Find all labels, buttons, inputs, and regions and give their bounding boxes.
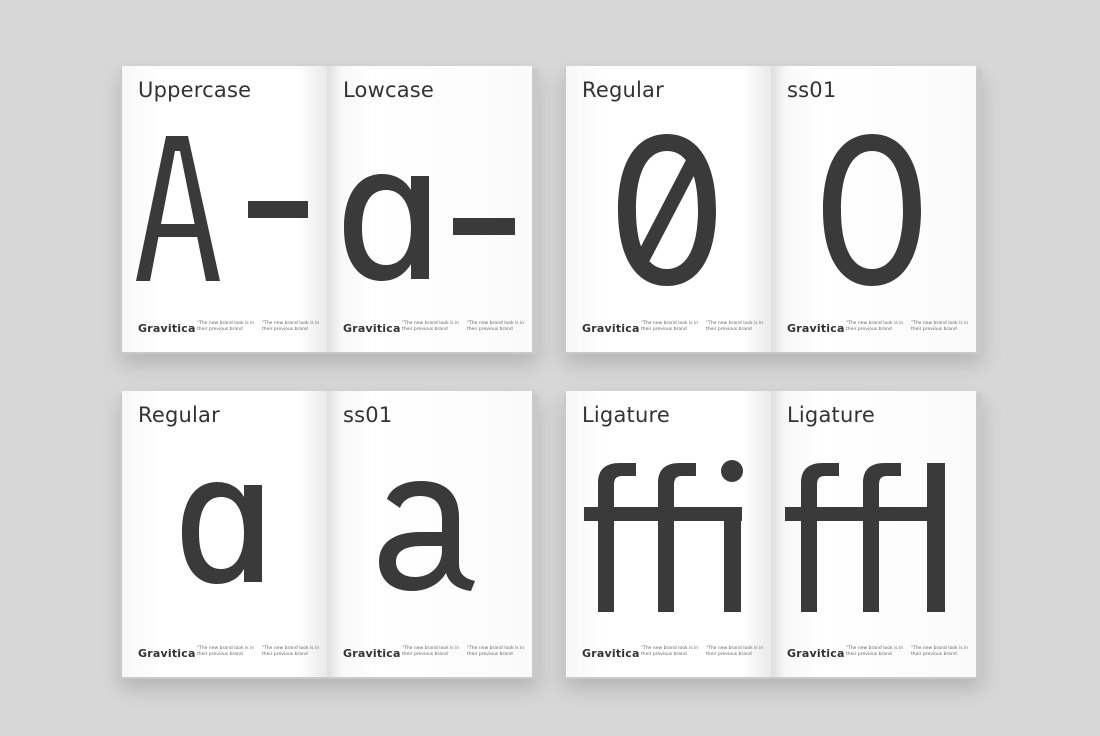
brand-logo: Gravitica xyxy=(138,322,196,335)
brand-logo: Gravitica xyxy=(787,647,845,660)
glyph-double-storey-a xyxy=(379,481,475,591)
glyph-slashed-zero xyxy=(618,134,716,286)
page-heading: Ligature xyxy=(787,403,875,427)
footer-note: "The new brand look is in their previous… xyxy=(467,321,525,332)
glyph-ffi-ligature xyxy=(584,460,743,612)
page-ss01-zero: ss01 Gravitica "The new brand look is in… xyxy=(771,66,976,352)
footer-note: "The new brand look is in their previous… xyxy=(262,646,320,657)
footer-note: "The new brand look is in their previous… xyxy=(197,321,255,332)
page-ligature-ffl: Ligature Gravitica "The new brand look i… xyxy=(771,391,976,677)
booklet-spread-zero-variants: Regular Gravitica "The new brand look is… xyxy=(564,66,982,354)
page-regular-zero: Regular Gravitica "The new brand look is… xyxy=(566,66,771,352)
page-heading: Regular xyxy=(138,403,220,427)
glyph-specimen xyxy=(566,106,771,311)
page-regular-a: Regular Gravitica "The new brand look is… xyxy=(122,391,327,677)
brand-logo: Gravitica xyxy=(343,322,401,335)
page-heading: Uppercase xyxy=(138,78,252,102)
footer-note: "The new brand look is in their previous… xyxy=(846,646,904,657)
glyph-plain-zero xyxy=(823,134,921,286)
page-uppercase: Uppercase Gravitica "The new brand look … xyxy=(122,66,327,352)
brand-logo: Gravitica xyxy=(343,647,401,660)
footer-note: "The new brand look is in their previous… xyxy=(706,321,764,332)
page-lowcase: Lowcase Gravitica "The new brand look is… xyxy=(327,66,532,352)
footer-note: "The new brand look is in their previous… xyxy=(911,646,969,657)
page-heading: Lowcase xyxy=(343,78,435,102)
footer-note: "The new brand look is in their previous… xyxy=(641,321,699,332)
glyph-specimen xyxy=(566,431,771,636)
footer-note: "The new brand look is in their previous… xyxy=(706,646,764,657)
footer-note: "The new brand look is in their previous… xyxy=(402,321,460,332)
page-ligature-ffi: Ligature Gravitica "The new brand look i… xyxy=(566,391,771,677)
footer-note: "The new brand look is in their previous… xyxy=(402,646,460,657)
glyph-specimen xyxy=(327,106,532,311)
booklet-spread-uppercase-lowcase: Uppercase Gravitica "The new brand look … xyxy=(120,66,538,354)
brand-logo: Gravitica xyxy=(582,322,640,335)
glyph-ffl-ligature xyxy=(785,463,945,612)
booklet-spread-ligatures: Ligature Gravitica "The new brand look i… xyxy=(564,391,982,679)
footer-note: "The new brand look is in their previous… xyxy=(911,321,969,332)
glyph-lowcase-a-hyphen xyxy=(344,174,515,281)
footer-note: "The new brand look is in their previous… xyxy=(846,321,904,332)
page-heading: ss01 xyxy=(343,403,393,427)
page-heading: ss01 xyxy=(787,78,837,102)
glyph-specimen xyxy=(122,106,327,311)
brand-logo: Gravitica xyxy=(138,647,196,660)
glyph-single-storey-a xyxy=(182,482,262,584)
footer-note: "The new brand look is in their previous… xyxy=(262,321,320,332)
booklet-spread-a-variants: Regular Gravitica "The new brand look is… xyxy=(120,391,538,679)
page-ss01-a: ss01 Gravitica "The new brand look is in… xyxy=(327,391,532,677)
footer-note: "The new brand look is in their previous… xyxy=(197,646,255,657)
footer-note: "The new brand look is in their previous… xyxy=(641,646,699,657)
glyph-specimen xyxy=(771,431,976,636)
brand-logo: Gravitica xyxy=(787,322,845,335)
glyph-specimen xyxy=(771,106,976,311)
brand-logo: Gravitica xyxy=(582,647,640,660)
footer-note: "The new brand look is in their previous… xyxy=(467,646,525,657)
page-heading: Ligature xyxy=(582,403,670,427)
glyph-specimen xyxy=(122,431,327,636)
page-heading: Regular xyxy=(582,78,664,102)
glyph-uppercase-a-hyphen xyxy=(136,136,308,281)
glyph-specimen xyxy=(327,431,532,636)
